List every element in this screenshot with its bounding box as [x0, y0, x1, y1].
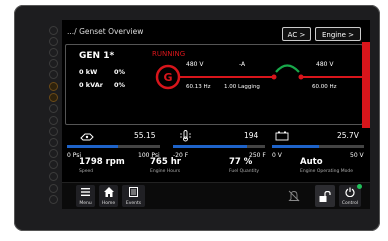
status-led — [49, 70, 58, 79]
status-led — [49, 149, 58, 158]
operating-mode-label: Engine Operating Mode — [300, 169, 354, 174]
status-led — [49, 138, 58, 147]
status-led — [49, 37, 58, 46]
status-led — [49, 93, 58, 102]
battery-max: 50 V — [350, 152, 364, 159]
speed-value: 1798 rpm — [79, 157, 125, 167]
menu-button[interactable]: Menu — [76, 185, 95, 207]
status-led — [49, 82, 58, 91]
bus-frequency: 60.00 Hz — [312, 84, 337, 90]
status-led — [49, 127, 58, 136]
status-led — [49, 116, 58, 125]
events-button[interactable]: Events — [122, 185, 145, 207]
events-icon — [129, 187, 138, 197]
oil-pressure-value: 55.15 — [134, 131, 156, 140]
power-icon — [345, 187, 355, 197]
generator-label: G — [163, 71, 172, 84]
breaker-node-left — [271, 74, 277, 80]
control-status-dot — [357, 184, 362, 189]
home-icon — [104, 187, 114, 197]
gen-voltage: 480 V — [186, 61, 204, 68]
status-led — [49, 104, 58, 113]
status-led — [49, 195, 58, 204]
bottom-toolbar: Menu Home Events Control — [62, 182, 370, 209]
oil-pressure-fill — [67, 145, 118, 148]
speed-label: Speed — [79, 169, 94, 174]
battery-fill — [272, 145, 319, 148]
battery-icon — [275, 131, 289, 141]
status-led — [49, 172, 58, 181]
fuel-quantity-label: Fuel Quantity — [229, 169, 260, 174]
status-led — [49, 160, 58, 169]
fuel-quantity-value: 77 % — [229, 157, 253, 167]
coolant-temp-fill — [173, 145, 247, 148]
breaker-icon[interactable] — [275, 64, 300, 73]
power-factor: 1.00 Lagging — [224, 84, 260, 90]
operating-mode-value: Auto — [300, 157, 323, 167]
menu-label: Menu — [79, 201, 92, 206]
gen-frequency: 60.13 Hz — [186, 84, 211, 90]
display-screen: .../ Genset Overview AC > Engine > GEN 1… — [62, 20, 370, 209]
events-label: Events — [125, 201, 142, 206]
oil-pressure-icon — [80, 133, 94, 141]
unlock-icon — [319, 191, 331, 202]
coolant-temp-value: 194 — [244, 131, 259, 140]
status-led — [49, 184, 58, 193]
single-line-diagram: G — [155, 64, 362, 90]
home-label: Home — [101, 201, 116, 206]
control-label: Control — [341, 201, 359, 206]
bus-voltage: 480 V — [316, 61, 334, 68]
battery-value: 25.7V — [337, 131, 359, 140]
home-button[interactable]: Home — [99, 185, 118, 207]
alarm-mute-icon[interactable] — [288, 190, 300, 202]
lock-button[interactable] — [315, 185, 335, 207]
coolant-temp-icon — [180, 130, 191, 142]
status-led — [49, 26, 58, 35]
status-led — [49, 48, 58, 57]
status-led — [49, 59, 58, 68]
menu-icon — [81, 188, 90, 196]
engine-hours-label: Engine Hours — [150, 169, 181, 174]
battery-min: 0 V — [272, 152, 282, 159]
status-led-column — [47, 26, 61, 204]
gen-current: -A — [239, 61, 246, 68]
engine-hours-value: 765 hr — [150, 157, 181, 167]
